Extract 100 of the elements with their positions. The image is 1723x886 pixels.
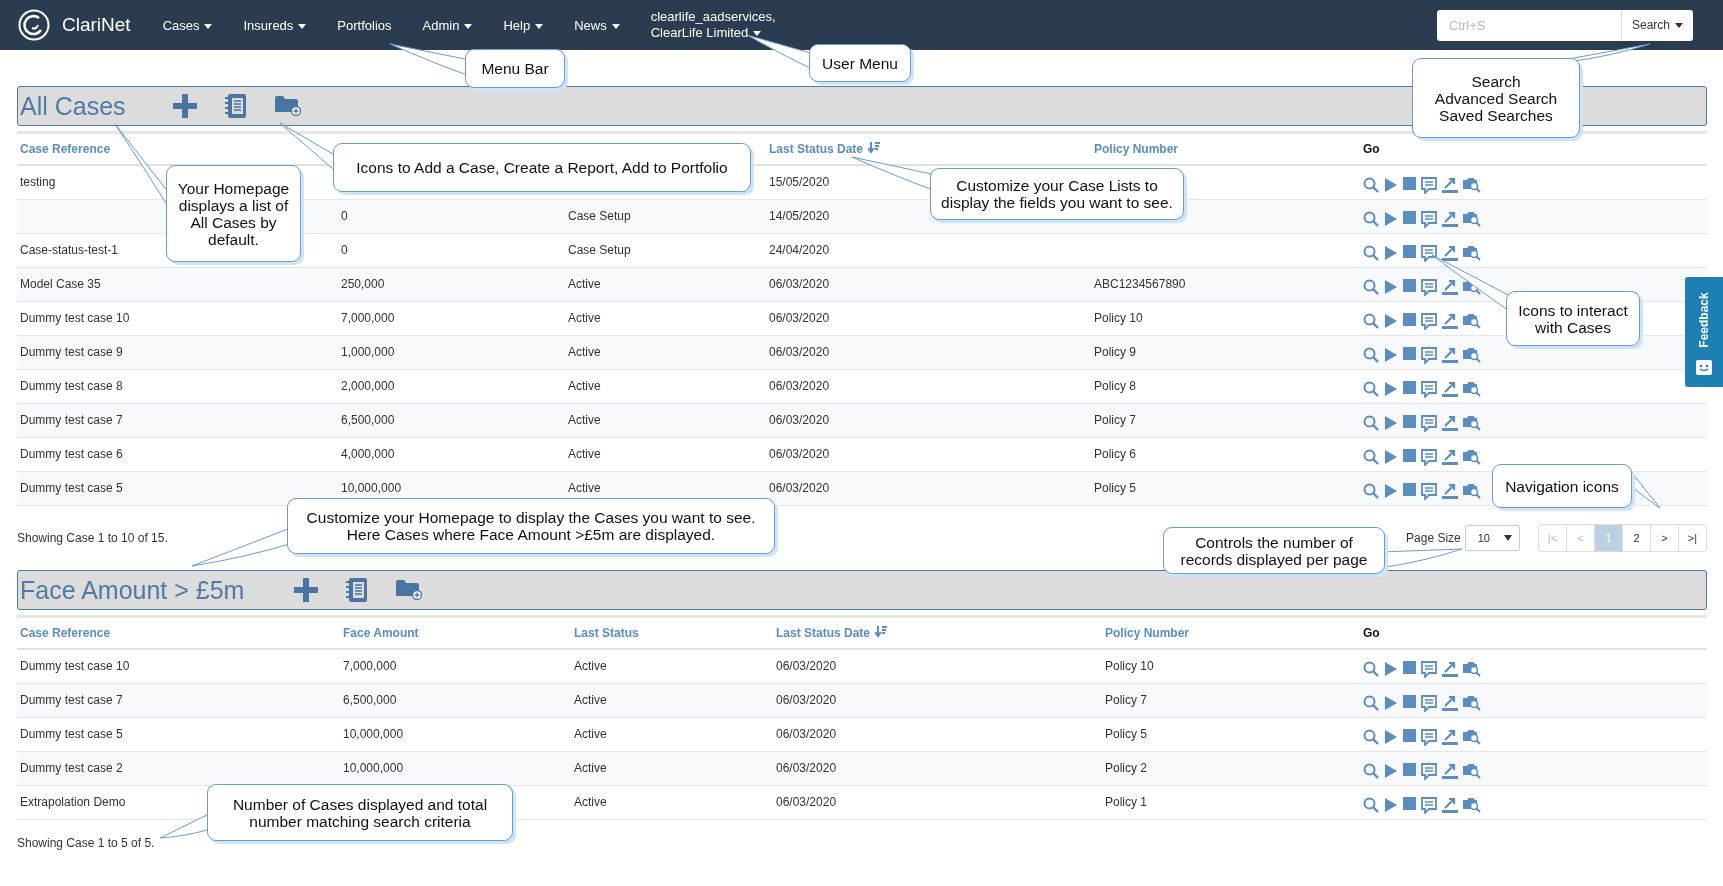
camera-search-icon[interactable]: [1463, 415, 1481, 431]
user-menu[interactable]: clearlife_aadservices, ClearLife Limited: [650, 9, 776, 41]
folder-add-icon[interactable]: [274, 96, 301, 116]
notebook-icon[interactable]: [223, 93, 248, 119]
play-icon[interactable]: [1384, 695, 1398, 711]
comment-icon[interactable]: [1421, 347, 1437, 364]
play-icon[interactable]: [1384, 763, 1398, 779]
column-header[interactable]: Case Reference: [20, 142, 111, 156]
export-icon[interactable]: [1442, 695, 1458, 711]
comment-icon[interactable]: [1421, 797, 1437, 814]
camera-search-icon[interactable]: [1463, 177, 1481, 193]
search-icon[interactable]: [1363, 763, 1379, 779]
page-button[interactable]: >: [1650, 525, 1678, 551]
search-icon[interactable]: [1363, 211, 1379, 227]
export-icon[interactable]: [1442, 449, 1458, 465]
chat-face-icon[interactable]: [1696, 359, 1712, 375]
search-icon[interactable]: [1363, 381, 1379, 397]
comment-icon[interactable]: [1421, 177, 1437, 194]
column-header[interactable]: Last Status Date: [769, 142, 864, 156]
play-icon[interactable]: [1384, 729, 1398, 745]
export-icon[interactable]: [1442, 415, 1458, 431]
camera-search-icon[interactable]: [1463, 313, 1481, 329]
sort-icon[interactable]: [875, 626, 888, 638]
search-icon[interactable]: [1363, 415, 1379, 431]
search-icon[interactable]: [1363, 245, 1379, 261]
export-icon[interactable]: [1442, 313, 1458, 329]
export-icon[interactable]: [1442, 279, 1458, 295]
menu-item[interactable]: Portfolios: [337, 17, 392, 33]
comment-icon[interactable]: [1421, 279, 1437, 296]
camera-search-icon[interactable]: [1463, 245, 1481, 261]
column-header[interactable]: Last Status Date: [776, 626, 871, 640]
add-icon[interactable]: [172, 94, 197, 118]
notebook-icon[interactable]: [345, 577, 370, 603]
export-icon[interactable]: [1442, 211, 1458, 227]
sort-icon[interactable]: [868, 142, 881, 154]
menu-item[interactable]: News: [574, 17, 620, 33]
play-icon[interactable]: [1384, 797, 1398, 813]
comment-icon[interactable]: [1421, 695, 1437, 712]
page-size-select[interactable]: 10: [1464, 525, 1520, 551]
camera-search-icon[interactable]: [1463, 797, 1481, 813]
play-icon[interactable]: [1384, 245, 1398, 261]
play-icon[interactable]: [1384, 279, 1398, 295]
camera-search-icon[interactable]: [1463, 483, 1481, 499]
export-icon[interactable]: [1442, 661, 1458, 677]
export-icon[interactable]: [1442, 381, 1458, 397]
play-icon[interactable]: [1384, 313, 1398, 329]
search-icon[interactable]: [1363, 177, 1379, 193]
export-icon[interactable]: [1442, 347, 1458, 363]
camera-search-icon[interactable]: [1463, 729, 1481, 745]
logo-icon[interactable]: [18, 9, 50, 41]
search-icon[interactable]: [1363, 449, 1379, 465]
export-icon[interactable]: [1442, 763, 1458, 779]
page-button[interactable]: >|: [1678, 525, 1706, 551]
comment-icon[interactable]: [1421, 661, 1437, 678]
search-icon[interactable]: [1363, 695, 1379, 711]
folder-add-icon[interactable]: [396, 580, 423, 600]
comment-icon[interactable]: [1421, 245, 1437, 262]
menu-item[interactable]: Help: [503, 17, 544, 33]
play-icon[interactable]: [1384, 661, 1398, 677]
camera-search-icon[interactable]: [1463, 763, 1481, 779]
search-button[interactable]: Search: [1620, 9, 1693, 41]
comment-icon[interactable]: [1421, 449, 1437, 466]
column-header[interactable]: Case Reference: [20, 626, 111, 640]
search-icon[interactable]: [1363, 483, 1379, 499]
feedback-tab[interactable]: Feedback: [1697, 291, 1711, 348]
comment-icon[interactable]: [1421, 415, 1437, 432]
comment-icon[interactable]: [1421, 381, 1437, 398]
column-header[interactable]: Face Amount: [343, 626, 419, 640]
camera-search-icon[interactable]: [1463, 695, 1481, 711]
search-icon[interactable]: [1363, 347, 1379, 363]
camera-search-icon[interactable]: [1463, 449, 1481, 465]
camera-search-icon[interactable]: [1463, 211, 1481, 227]
search-icon[interactable]: [1363, 279, 1379, 295]
add-icon[interactable]: [294, 578, 319, 602]
play-icon[interactable]: [1384, 381, 1398, 397]
page-button[interactable]: 2: [1622, 525, 1650, 551]
search-icon[interactable]: [1363, 661, 1379, 677]
menu-item[interactable]: Cases: [162, 17, 213, 33]
play-icon[interactable]: [1384, 415, 1398, 431]
column-header[interactable]: Policy Number: [1094, 142, 1179, 156]
export-icon[interactable]: [1442, 729, 1458, 745]
menu-item[interactable]: Insureds: [243, 17, 307, 33]
comment-icon[interactable]: [1421, 483, 1437, 500]
comment-icon[interactable]: [1421, 763, 1437, 780]
column-header[interactable]: Last Status: [574, 626, 639, 640]
column-header[interactable]: Policy Number: [1105, 626, 1190, 640]
search-icon[interactable]: [1363, 313, 1379, 329]
export-icon[interactable]: [1442, 797, 1458, 813]
play-icon[interactable]: [1384, 449, 1398, 465]
play-icon[interactable]: [1384, 347, 1398, 363]
search-icon[interactable]: [1363, 729, 1379, 745]
comment-icon[interactable]: [1421, 313, 1437, 330]
export-icon[interactable]: [1442, 245, 1458, 261]
play-icon[interactable]: [1384, 177, 1398, 193]
camera-search-icon[interactable]: [1463, 381, 1481, 397]
search-field[interactable]: Ctrl+S: [1436, 9, 1621, 41]
menu-item[interactable]: Admin: [422, 17, 473, 33]
camera-search-icon[interactable]: [1463, 347, 1481, 363]
export-icon[interactable]: [1442, 483, 1458, 499]
comment-icon[interactable]: [1421, 211, 1437, 228]
